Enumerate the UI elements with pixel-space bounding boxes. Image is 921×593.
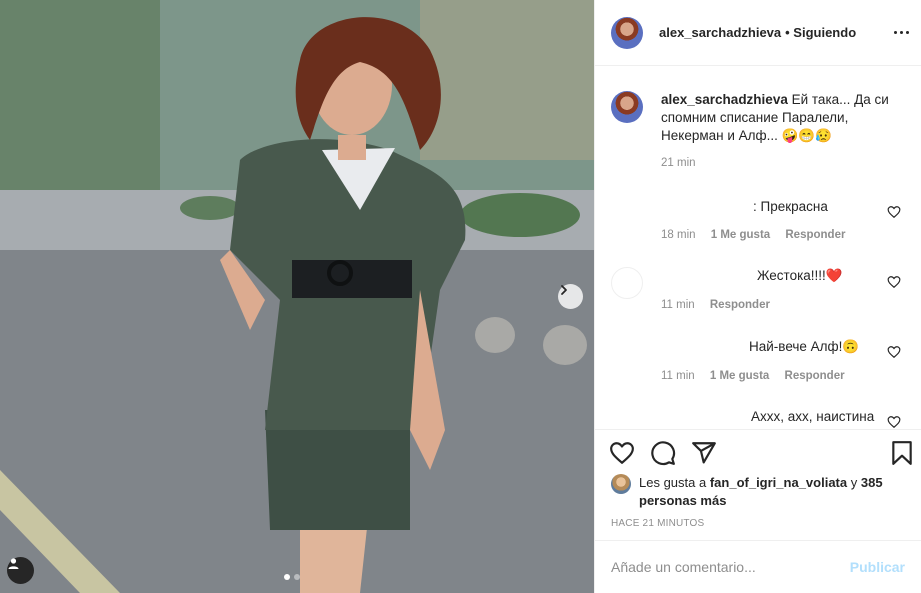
like-heart-icon[interactable]	[609, 440, 635, 466]
post-timestamp[interactable]: HACE 21 MINUTOS	[611, 518, 704, 529]
comment-item: Ахxx, axx, наистина	[661, 409, 901, 424]
liker-username[interactable]: fan_of_igri_na_voliata	[710, 475, 847, 490]
comment-text: : Прекрасна	[753, 199, 828, 214]
caption-time: 21 min	[661, 157, 696, 169]
add-comment-bar: Publicar	[595, 540, 921, 593]
comment-heart-icon[interactable]	[887, 275, 901, 289]
author-username[interactable]: alex_sarchadzhieva	[659, 25, 781, 40]
comment-heart-icon[interactable]	[887, 415, 901, 429]
comment-meta: 18 min 1 Me gusta Responder	[661, 229, 901, 241]
author-avatar[interactable]	[611, 16, 643, 49]
comment-meta: 11 min Responder	[661, 299, 901, 311]
likes-summary: Les gusta a fan_of_igri_na_voliata y 385…	[611, 474, 905, 510]
comment-text: Ахxx, axx, наистина	[751, 409, 875, 424]
comment-heart-icon[interactable]	[887, 205, 901, 219]
caption-text: alex_sarchadzhieva Ей така... Да си спом…	[661, 91, 911, 145]
caption-avatar[interactable]	[611, 91, 643, 123]
post-caption: alex_sarchadzhieva Ей така... Да си спом…	[611, 91, 911, 169]
comment-body: Жестока!!!!	[757, 268, 826, 283]
carousel-dot-active	[284, 574, 290, 580]
comment-input[interactable]	[611, 559, 842, 575]
post-header: alex_sarchadzhieva • Siguiendo	[595, 0, 921, 66]
likes-connector: y	[850, 475, 858, 490]
tagged-users-button[interactable]	[7, 557, 34, 584]
comment-heart-icon[interactable]	[887, 345, 901, 359]
more-dot	[899, 30, 903, 34]
more-dot	[905, 30, 909, 34]
caption-username[interactable]: alex_sarchadzhieva	[661, 92, 788, 107]
comment-emoji: 🙃	[842, 339, 860, 354]
comment-meta: 11 min 1 Me gusta Responder	[661, 370, 901, 382]
liker-avatar[interactable]	[611, 474, 631, 494]
comment-body: Най-вече Алф!	[749, 339, 843, 354]
comment-reply-button[interactable]: Responder	[785, 370, 845, 382]
comment-reply-button[interactable]: Responder	[710, 299, 770, 311]
comment-item: Жестока!!!!❤️ 11 min Responder	[661, 268, 901, 311]
post-side-panel: alex_sarchadzhieva • Siguiendo alex_sarc…	[594, 0, 921, 593]
comment-item: : Прекрасна 18 min 1 Me gusta Responder	[661, 199, 901, 241]
follow-status[interactable]: • Siguiendo	[785, 25, 856, 40]
comment-likes[interactable]: 1 Me gusta	[710, 370, 769, 382]
next-photo-button[interactable]	[558, 284, 583, 309]
share-icon[interactable]	[691, 440, 717, 466]
comment-emoji: ❤️	[825, 268, 843, 283]
likes-prefix: Les gusta a	[639, 475, 707, 490]
comment-icon[interactable]	[650, 440, 676, 466]
more-options-button[interactable]	[889, 22, 913, 42]
photo-illustration	[0, 0, 594, 593]
carousel-dot	[294, 574, 300, 580]
comment-likes[interactable]: 1 Me gusta	[711, 229, 770, 241]
carousel-indicator	[284, 574, 300, 580]
comment-text: Жестока!!!!❤️	[661, 268, 901, 284]
user-icon	[8, 558, 19, 569]
post-photo[interactable]	[0, 0, 594, 593]
comment-text: Най-вече Алф!🙃	[661, 339, 901, 355]
chevron-right-icon	[561, 285, 567, 295]
comment-avatar[interactable]	[611, 267, 643, 299]
caption-emoji: 🤪😁😥	[781, 128, 833, 143]
save-bookmark-icon[interactable]	[889, 440, 915, 466]
publish-button[interactable]: Publicar	[850, 559, 905, 575]
post-actions	[595, 429, 921, 479]
comment-item: Най-вече Алф!🙃 11 min 1 Me gusta Respond…	[661, 339, 901, 382]
comment-reply-button[interactable]: Responder	[785, 229, 845, 241]
more-dot	[893, 30, 897, 34]
comment-time: 11 min	[661, 299, 695, 311]
likes-text: Les gusta a fan_of_igri_na_voliata y 385…	[639, 474, 905, 510]
comment-time: 18 min	[661, 229, 696, 241]
comment-time: 11 min	[661, 370, 695, 382]
caption-meta: 21 min	[661, 157, 911, 169]
comments-list[interactable]: alex_sarchadzhieva Ей така... Да си спом…	[595, 67, 921, 429]
